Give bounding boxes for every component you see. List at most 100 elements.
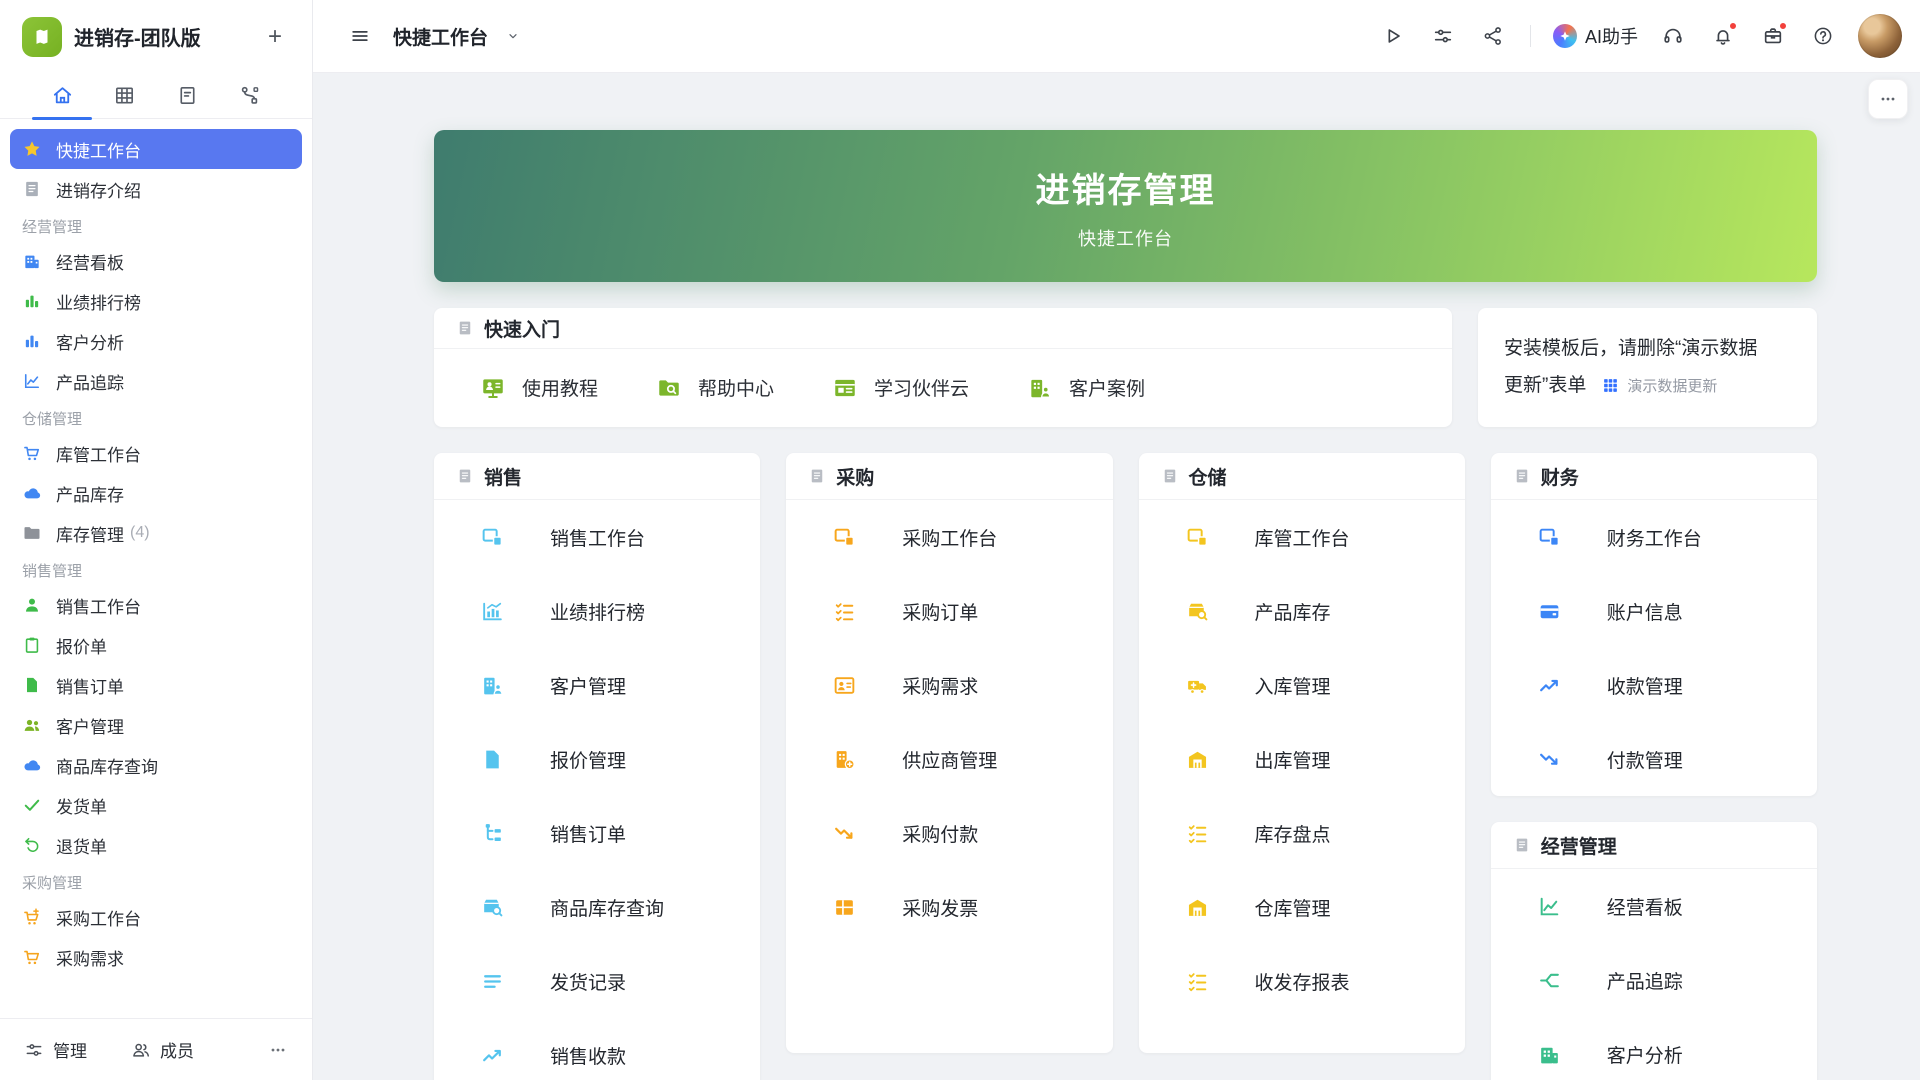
support-button[interactable] bbox=[1654, 17, 1692, 55]
ai-assistant-button[interactable]: AI助手 bbox=[1549, 23, 1642, 49]
feature-item[interactable]: 产品库存 bbox=[1139, 574, 1465, 648]
feature-item[interactable]: 产品追踪 bbox=[1491, 943, 1817, 1017]
sidebar-item-label: 商品库存查询 bbox=[56, 753, 158, 778]
feature-item-label: 采购需求 bbox=[902, 672, 978, 699]
feature-item[interactable]: 仓库管理 bbox=[1139, 870, 1465, 944]
quickstart-link[interactable]: 学习伙伴云 bbox=[832, 374, 969, 401]
feature-item[interactable]: 销售订单 bbox=[434, 796, 760, 870]
feature-item[interactable]: 报价管理 bbox=[434, 722, 760, 796]
user-avatar[interactable] bbox=[1858, 14, 1902, 58]
sidebar-item[interactable]: 产品库存 bbox=[10, 473, 302, 513]
feature-item[interactable]: 经营看板 bbox=[1491, 869, 1817, 943]
sidebar-footer: 管理 成员 bbox=[0, 1018, 312, 1080]
sidebar-item[interactable]: 经营看板 bbox=[10, 241, 302, 281]
feature-item[interactable]: 采购需求 bbox=[786, 648, 1112, 722]
share-button[interactable] bbox=[1474, 17, 1512, 55]
feature-item-label: 出库管理 bbox=[1255, 746, 1331, 773]
feature-card-title: 仓储 bbox=[1189, 463, 1227, 490]
sidebar-item[interactable]: 销售工作台 bbox=[10, 585, 302, 625]
workbench-icon bbox=[1185, 525, 1210, 550]
hamburger-icon bbox=[349, 25, 371, 47]
sidebar-item[interactable]: 销售订单 bbox=[10, 665, 302, 705]
sidebar-item-label: 产品追踪 bbox=[56, 369, 124, 394]
add-workspace-button[interactable]: + bbox=[260, 22, 290, 52]
page-switcher-button[interactable] bbox=[494, 17, 532, 55]
sidebar-item[interactable]: 退货单 bbox=[10, 825, 302, 865]
workspace-title: 进销存-团队版 bbox=[74, 22, 201, 51]
feature-item[interactable]: 发货记录 bbox=[434, 944, 760, 1018]
members-icon bbox=[131, 1040, 151, 1060]
sidebar-item[interactable]: 发货单 bbox=[10, 785, 302, 825]
sidebar-item[interactable]: 报价单 bbox=[10, 625, 302, 665]
sidebar-tab-grid[interactable] bbox=[97, 75, 153, 117]
feature-item[interactable]: 客户管理 bbox=[434, 648, 760, 722]
sidebar-item[interactable]: 库存管理(4) bbox=[10, 513, 302, 553]
feature-item[interactable]: 入库管理 bbox=[1139, 648, 1465, 722]
trend-up-icon bbox=[480, 1043, 505, 1068]
sidebar-item-label: 库管工作台 bbox=[56, 441, 141, 466]
sidebar-item[interactable]: 快捷工作台 bbox=[10, 129, 302, 169]
feature-item[interactable]: 采购工作台 bbox=[786, 500, 1112, 574]
manage-button[interactable]: 管理 bbox=[24, 1037, 87, 1062]
sidebar-tab-doc-lines[interactable] bbox=[159, 75, 215, 117]
sidebar-item-label: 发货单 bbox=[56, 793, 107, 818]
members-button[interactable]: 成员 bbox=[131, 1037, 194, 1062]
checklist-icon bbox=[1185, 821, 1210, 846]
feature-item[interactable]: 商品库存查询 bbox=[434, 870, 760, 944]
sidebar-item[interactable]: 产品追踪 bbox=[10, 361, 302, 401]
sidebar-item-label: 销售工作台 bbox=[56, 593, 141, 618]
sidebar-item[interactable]: 进销存介绍 bbox=[10, 169, 302, 209]
feature-item[interactable]: 业绩排行榜 bbox=[434, 574, 760, 648]
feature-item[interactable]: 采购付款 bbox=[786, 796, 1112, 870]
sidebar-tab-flow[interactable] bbox=[222, 75, 278, 117]
quickstart-link[interactable]: 使用教程 bbox=[480, 374, 598, 401]
sidebar-item[interactable]: 客户管理 bbox=[10, 705, 302, 745]
feature-item[interactable]: 出库管理 bbox=[1139, 722, 1465, 796]
feature-item[interactable]: 付款管理 bbox=[1491, 722, 1817, 796]
folder-search-icon bbox=[656, 375, 682, 401]
sidebar-item[interactable]: 业绩排行榜 bbox=[10, 281, 302, 321]
feature-item[interactable]: 收款管理 bbox=[1491, 648, 1817, 722]
page-title: 快捷工作台 bbox=[393, 23, 488, 50]
feature-item[interactable]: 销售收款 bbox=[434, 1018, 760, 1080]
page-more-button[interactable] bbox=[1868, 79, 1908, 119]
feature-item[interactable]: 库管工作台 bbox=[1139, 500, 1465, 574]
person-icon bbox=[22, 595, 42, 615]
tree-list-icon bbox=[480, 821, 505, 846]
quickstart-link[interactable]: 客户案例 bbox=[1027, 374, 1145, 401]
sidebar-tab-home[interactable] bbox=[34, 75, 90, 117]
people-icon bbox=[22, 715, 42, 735]
clipboard-icon bbox=[22, 635, 42, 655]
sidebar-item[interactable]: 采购需求 bbox=[10, 937, 302, 977]
notifications-button[interactable] bbox=[1704, 17, 1742, 55]
sidebar-item[interactable]: 采购工作台 bbox=[10, 897, 302, 937]
feature-item[interactable]: 供应商管理 bbox=[786, 722, 1112, 796]
sidebar-item[interactable]: 库管工作台 bbox=[10, 433, 302, 473]
feature-item[interactable]: 财务工作台 bbox=[1491, 500, 1817, 574]
help-button[interactable] bbox=[1804, 17, 1842, 55]
demo-data-link[interactable]: 演示数据更新 bbox=[1602, 375, 1717, 396]
run-button[interactable] bbox=[1374, 17, 1412, 55]
quickstart-link[interactable]: 帮助中心 bbox=[656, 374, 774, 401]
headset-icon bbox=[1662, 25, 1684, 47]
feature-item[interactable]: 采购订单 bbox=[786, 574, 1112, 648]
feature-item-label: 销售工作台 bbox=[550, 524, 645, 551]
feature-card: 仓储库管工作台产品库存入库管理出库管理库存盘点仓库管理收发存报表 bbox=[1139, 453, 1465, 1053]
sidebar-more-button[interactable] bbox=[268, 1040, 288, 1060]
feature-item[interactable]: 收发存报表 bbox=[1139, 944, 1465, 1018]
feature-item[interactable]: 采购发票 bbox=[786, 870, 1112, 944]
undo-icon bbox=[22, 835, 42, 855]
feature-item-label: 采购工作台 bbox=[902, 524, 997, 551]
feature-item[interactable]: 销售工作台 bbox=[434, 500, 760, 574]
feature-item[interactable]: 库存盘点 bbox=[1139, 796, 1465, 870]
inbox-button[interactable] bbox=[1754, 17, 1792, 55]
sidebar-item[interactable]: 客户分析 bbox=[10, 321, 302, 361]
feature-item[interactable]: 账户信息 bbox=[1491, 574, 1817, 648]
file-icon bbox=[22, 675, 42, 695]
feature-card-header: 仓储 bbox=[1139, 453, 1465, 500]
sidebar-menu: 快捷工作台进销存介绍经营管理经营看板业绩排行榜客户分析产品追踪仓储管理库管工作台… bbox=[0, 119, 312, 1018]
sidebar-item[interactable]: 商品库存查询 bbox=[10, 745, 302, 785]
settings-button[interactable] bbox=[1424, 17, 1462, 55]
feature-item[interactable]: 客户分析 bbox=[1491, 1017, 1817, 1080]
hamburger-menu-button[interactable] bbox=[341, 17, 379, 55]
